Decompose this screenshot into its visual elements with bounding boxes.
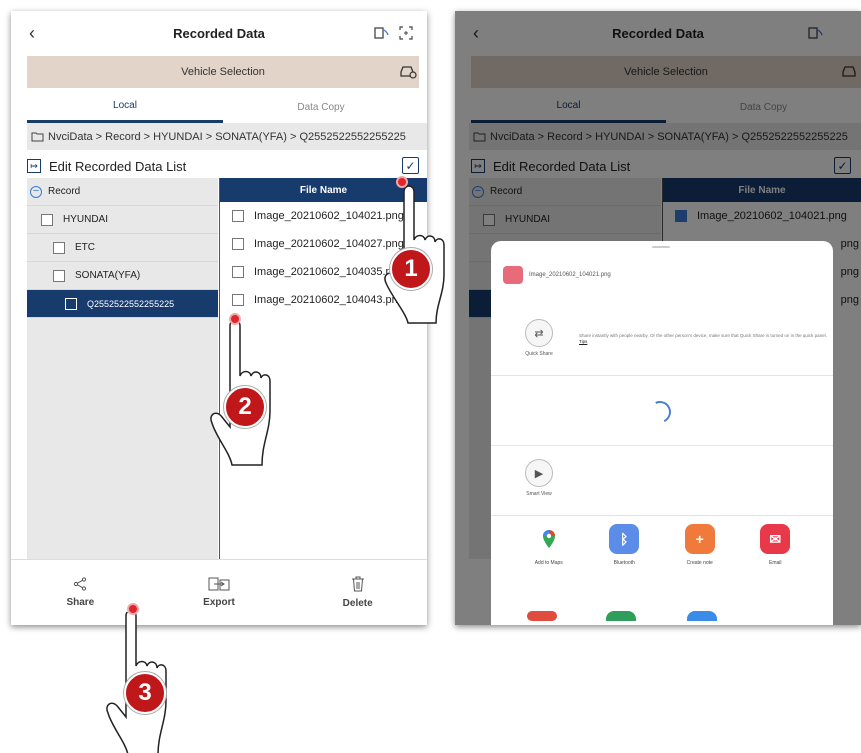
tree-item-label: Q2552522552255225 bbox=[87, 298, 175, 309]
tree-item-label: SONATA(YFA) bbox=[75, 270, 141, 281]
tap-point-1 bbox=[396, 176, 408, 188]
loading-spinner-icon bbox=[645, 397, 675, 427]
tap-point-3 bbox=[127, 603, 139, 615]
quick-share-icon: ⇄ bbox=[525, 319, 553, 347]
export-icon bbox=[208, 577, 230, 591]
folder-icon bbox=[31, 132, 44, 142]
tree-item-label: HYUNDAI bbox=[63, 214, 109, 225]
trash-icon bbox=[351, 576, 364, 592]
delete-button[interactable]: Delete bbox=[288, 560, 427, 625]
share-app-label: Add to Maps bbox=[534, 560, 563, 566]
share-app-partial[interactable] bbox=[606, 611, 636, 621]
tree-item-hyundai[interactable]: HYUNDAI bbox=[27, 206, 218, 234]
quick-share-description: Share instantly with people nearby. Or t… bbox=[579, 333, 829, 345]
share-app-email[interactable]: ✉ Email bbox=[750, 524, 800, 566]
smart-view-button[interactable]: ▶ Smart View bbox=[521, 459, 557, 497]
divider bbox=[491, 515, 833, 516]
vehicle-selection-bar[interactable]: Vehicle Selection bbox=[27, 56, 419, 88]
bluetooth-icon: ᛒ bbox=[609, 524, 640, 554]
note-icon: + bbox=[684, 524, 715, 554]
checkbox[interactable] bbox=[232, 294, 244, 306]
step-badge-3: 3 bbox=[124, 672, 166, 714]
step-badge-2: 2 bbox=[224, 386, 266, 428]
gallery-icon bbox=[503, 266, 523, 284]
checkbox[interactable] bbox=[53, 269, 65, 282]
checkbox[interactable] bbox=[41, 213, 53, 226]
divider bbox=[491, 375, 833, 376]
shared-file-name: Image_20210602_104021.png bbox=[529, 272, 611, 278]
edit-list-icon[interactable]: ↦ bbox=[27, 159, 41, 173]
header: ‹ Recorded Data bbox=[11, 11, 427, 55]
vci-connect-icon[interactable] bbox=[373, 25, 389, 41]
tab-bar: Local Data Copy bbox=[27, 91, 419, 123]
share-app-partial[interactable] bbox=[687, 611, 717, 621]
tab-local[interactable]: Local bbox=[27, 91, 223, 123]
breadcrumb-path: NvciData > Record > HYUNDAI > SONATA(YFA… bbox=[48, 130, 406, 143]
checkbox[interactable] bbox=[232, 238, 244, 250]
share-app-label: Email bbox=[768, 560, 782, 566]
quick-share-label: Quick Share bbox=[525, 351, 553, 357]
checkbox[interactable] bbox=[232, 266, 244, 278]
tree-root[interactable]: −Record bbox=[27, 178, 218, 206]
share-app-bluetooth[interactable]: ᛒ Bluetooth bbox=[599, 524, 649, 566]
quick-share-button[interactable]: ⇄ Quick Share bbox=[521, 319, 557, 357]
share-app-list: Add to Maps ᛒ Bluetooth + Create note ✉ … bbox=[491, 524, 833, 566]
quick-share-text: Share instantly with people nearby. Or t… bbox=[579, 333, 827, 338]
share-app-label: Bluetooth bbox=[613, 560, 635, 566]
tree-item-sonata[interactable]: SONATA(YFA) bbox=[27, 262, 218, 290]
drag-handle[interactable] bbox=[652, 246, 670, 248]
quick-share-tips-link[interactable]: Tips bbox=[579, 339, 587, 344]
checkbox[interactable] bbox=[232, 210, 244, 222]
export-label: Export bbox=[203, 597, 235, 608]
back-button[interactable]: ‹ bbox=[29, 23, 35, 44]
tree-root-label: Record bbox=[48, 186, 81, 197]
select-all-checkbox[interactable]: ✓ bbox=[402, 157, 419, 174]
page-title: Recorded Data bbox=[173, 25, 265, 41]
collapse-icon[interactable]: − bbox=[30, 185, 42, 198]
breadcrumb: NvciData > Record > HYUNDAI > SONATA(YFA… bbox=[27, 123, 427, 150]
bottom-action-bar: Share Export Delete bbox=[11, 559, 427, 625]
share-app-maps[interactable]: Add to Maps bbox=[524, 524, 574, 566]
right-screen: ‹ Recorded Data Vehicle Selection Local … bbox=[455, 11, 861, 625]
left-screen: ‹ Recorded Data Vehicle Selection Local … bbox=[11, 11, 427, 625]
step-badge-1: 1 bbox=[390, 248, 432, 290]
tree-item-vin[interactable]: Q2552522552255225 bbox=[27, 290, 218, 318]
tap-point-2 bbox=[229, 313, 241, 325]
checkbox[interactable] bbox=[53, 241, 65, 254]
tree-item-label: ETC bbox=[75, 242, 95, 253]
edit-list-label: Edit Recorded Data List bbox=[49, 158, 187, 174]
divider bbox=[491, 445, 833, 446]
folder-tree: − Record HYUNDAI ETC SONATA(YFA) Q2552522… bbox=[27, 178, 218, 559]
smart-view-icon: ▶ bbox=[525, 459, 553, 487]
car-icon[interactable] bbox=[399, 63, 417, 79]
maps-pin-icon bbox=[533, 524, 564, 554]
tab-data-copy[interactable]: Data Copy bbox=[223, 91, 419, 123]
email-icon: ✉ bbox=[760, 524, 791, 554]
checkbox[interactable] bbox=[65, 297, 77, 310]
smart-view-label: Smart View bbox=[526, 491, 552, 497]
share-label: Share bbox=[66, 597, 95, 608]
tree-item-etc[interactable]: ETC bbox=[27, 234, 218, 262]
share-icon bbox=[74, 577, 87, 591]
shared-file: Image_20210602_104021.png bbox=[503, 266, 611, 284]
screenshot-icon[interactable] bbox=[399, 26, 413, 40]
share-app-label: Create note bbox=[686, 560, 713, 566]
share-app-note[interactable]: + Create note bbox=[675, 524, 725, 566]
share-sheet: Image_20210602_104021.png ⇄ Quick Share … bbox=[491, 241, 833, 625]
share-app-partial[interactable] bbox=[527, 611, 557, 621]
edit-list-row: ↦ Edit Recorded Data List ✓ bbox=[27, 154, 419, 178]
vehicle-selection-label: Vehicle Selection bbox=[181, 66, 265, 78]
delete-label: Delete bbox=[342, 598, 373, 609]
